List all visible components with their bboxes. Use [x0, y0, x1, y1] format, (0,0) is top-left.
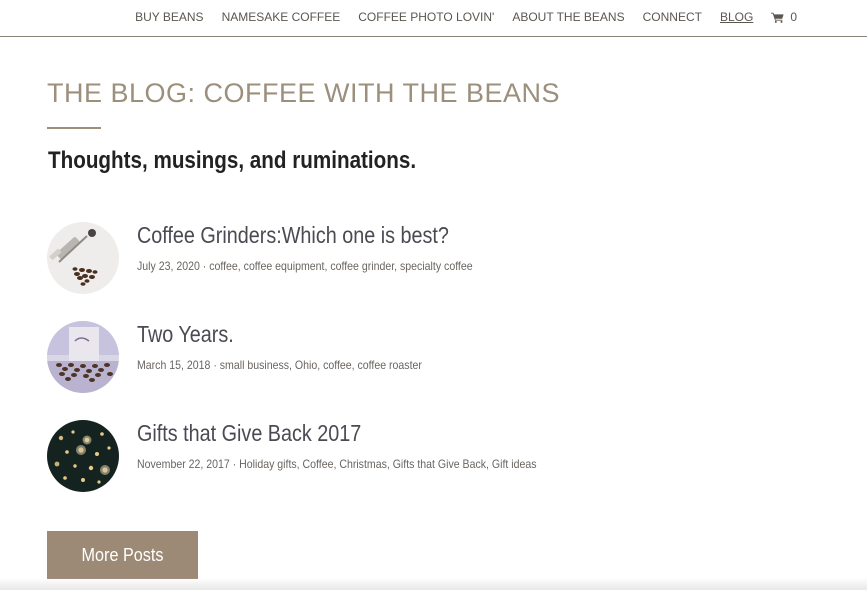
- shopping-cart-icon: [771, 12, 784, 23]
- nav-item-blog[interactable]: BLOG: [720, 10, 753, 24]
- nav-item-about-the-beans[interactable]: ABOUT THE BEANS: [512, 10, 624, 24]
- coffee-grinder-photo: [47, 222, 119, 294]
- bottom-fade: [0, 578, 867, 590]
- nav-item-namesake-coffee[interactable]: NAMESAKE COFFEE: [222, 10, 341, 24]
- meta-separator: ·: [199, 259, 210, 273]
- page-title: THE BLOG: COFFEE WITH THE BEANS: [47, 78, 561, 108]
- post-date: July 23, 2020: [137, 259, 200, 273]
- post-item: Two Years. March 15, 2018 · small busine…: [47, 321, 747, 393]
- meta-separator: ·: [229, 457, 240, 471]
- more-posts-label: More Posts: [81, 544, 164, 565]
- nav-item-buy-beans[interactable]: BUY BEANS: [135, 10, 203, 24]
- post-item: Coffee Grinders:Which one is best? July …: [47, 222, 747, 294]
- title-divider: [47, 127, 101, 129]
- post-tags[interactable]: Holiday gifts, Coffee, Christmas, Gifts …: [239, 457, 536, 471]
- post-tags[interactable]: coffee, coffee equipment, coffee grinder…: [209, 259, 472, 273]
- nav-item-connect[interactable]: CONNECT: [643, 10, 702, 24]
- cart-count: 0: [790, 10, 797, 24]
- more-posts-button[interactable]: More Posts: [47, 531, 198, 579]
- post-thumbnail-two-years[interactable]: [47, 321, 119, 393]
- post-tags[interactable]: small business, Ohio, coffee, coffee roa…: [220, 358, 422, 372]
- nav-item-coffee-photo-lovin[interactable]: COFFEE PHOTO LOVIN': [358, 10, 494, 24]
- post-meta: March 15, 2018 · small business, Ohio, c…: [137, 358, 422, 372]
- main-menu: BUY BEANS NAMESAKE COFFEE COFFEE PHOTO L…: [135, 10, 797, 24]
- holiday-lights-photo: [47, 420, 119, 492]
- post-title-link[interactable]: Gifts that Give Back 2017: [137, 420, 361, 447]
- page-subtitle: Thoughts, musings, and ruminations.: [48, 147, 417, 174]
- post-thumbnail-coffee-grinder[interactable]: [47, 222, 119, 294]
- post-date: November 22, 2017: [137, 457, 230, 471]
- post-thumbnail-gifts[interactable]: [47, 420, 119, 492]
- post-meta: July 23, 2020 · coffee, coffee equipment…: [137, 259, 473, 273]
- coffee-bag-photo: [47, 321, 119, 393]
- cart-link[interactable]: 0: [771, 10, 797, 24]
- post-title-link[interactable]: Coffee Grinders:Which one is best?: [137, 222, 449, 249]
- post-meta: November 22, 2017 · Holiday gifts, Coffe…: [137, 457, 537, 471]
- top-navigation: BUY BEANS NAMESAKE COFFEE COFFEE PHOTO L…: [0, 0, 867, 37]
- post-item: Gifts that Give Back 2017 November 22, 2…: [47, 420, 747, 492]
- post-date: March 15, 2018: [137, 358, 211, 372]
- post-title-link[interactable]: Two Years.: [137, 321, 234, 348]
- meta-separator: ·: [210, 358, 220, 372]
